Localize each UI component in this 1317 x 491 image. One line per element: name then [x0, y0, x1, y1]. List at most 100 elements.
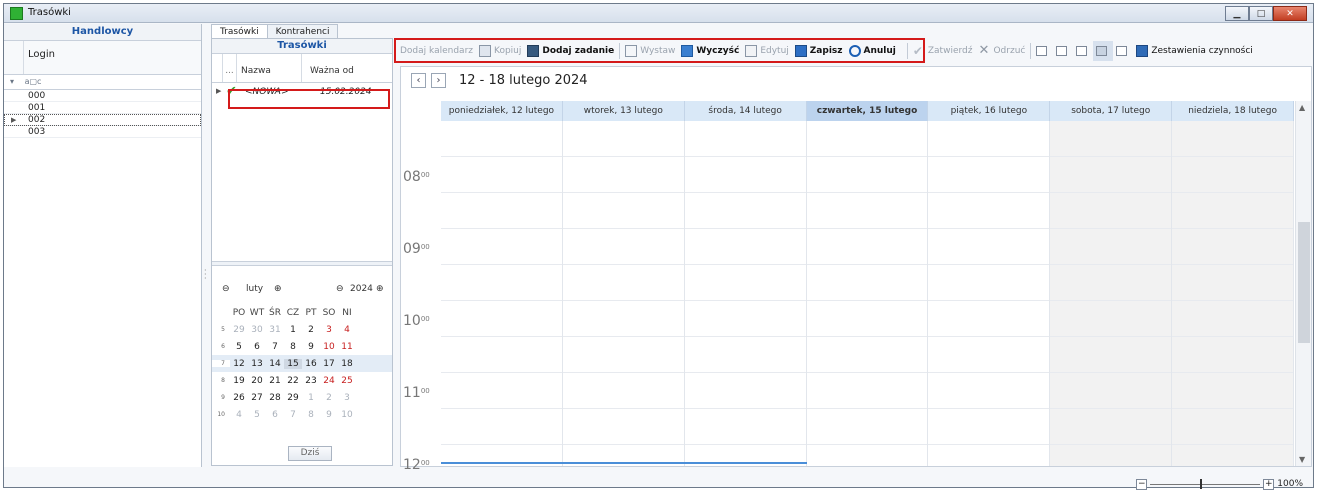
- month-view-button[interactable]: [1113, 41, 1133, 61]
- close-button[interactable]: ✕: [1273, 6, 1307, 21]
- calendar-day[interactable]: 1: [302, 393, 320, 403]
- day-header[interactable]: poniedziałek, 12 lutego: [441, 101, 563, 121]
- calendar-day[interactable]: 11: [338, 342, 356, 352]
- calendar-day[interactable]: 17: [320, 359, 338, 369]
- scroll-down-icon[interactable]: ▼: [1299, 455, 1305, 464]
- calendar-day[interactable]: 5: [230, 342, 248, 352]
- tab-trasowki[interactable]: Trasówki: [211, 24, 268, 39]
- calendar-week-row: 6 5 6 7 8 9 10 11: [212, 338, 392, 355]
- calendar-day-today[interactable]: 15: [284, 358, 302, 369]
- calendar-day[interactable]: 3: [338, 393, 356, 403]
- calendar-day[interactable]: 30: [248, 325, 266, 335]
- calendar-day[interactable]: 25: [338, 376, 356, 386]
- calendar-day[interactable]: 10: [320, 342, 338, 352]
- zoom-out-button[interactable]: −: [1136, 478, 1148, 490]
- vertical-scrollbar[interactable]: ▲ ▼: [1295, 101, 1311, 466]
- time-grid[interactable]: [441, 121, 1295, 466]
- day-column[interactable]: [684, 121, 807, 466]
- reject-button[interactable]: ✕ Odrzuć: [975, 41, 1028, 61]
- zoom-slider[interactable]: [1150, 478, 1261, 489]
- week-view-button[interactable]: [1073, 41, 1093, 61]
- calendar-day[interactable]: 9: [302, 342, 320, 352]
- table-row[interactable]: 003: [4, 126, 201, 138]
- calendar-day[interactable]: 2: [320, 393, 338, 403]
- calendar-day[interactable]: 4: [230, 410, 248, 420]
- calendar-day[interactable]: 13: [248, 359, 266, 369]
- name-column-header[interactable]: Nazwa: [237, 54, 302, 82]
- day-header[interactable]: środa, 14 lutego: [684, 101, 807, 121]
- calendar-day[interactable]: 4: [338, 325, 356, 335]
- filter-condition[interactable]: a▢c: [25, 77, 42, 86]
- workweek-view-button[interactable]: [1053, 41, 1073, 61]
- calendar-day[interactable]: 16: [302, 359, 320, 369]
- day-column-weekend[interactable]: [1172, 121, 1295, 466]
- calendar-day[interactable]: 29: [284, 393, 302, 403]
- calendar-day[interactable]: 6: [266, 410, 284, 420]
- calendar-day[interactable]: 1: [284, 325, 302, 335]
- calendar-day[interactable]: 7: [266, 342, 284, 352]
- day-view-button[interactable]: [1033, 41, 1053, 61]
- fullweek-view-button[interactable]: [1093, 41, 1114, 61]
- calendar-day[interactable]: 31: [266, 325, 284, 335]
- calendar-day[interactable]: 3: [320, 325, 338, 335]
- day-column[interactable]: [441, 121, 563, 466]
- next-year-icon[interactable]: ⊕: [376, 284, 384, 294]
- minimize-button[interactable]: ▁: [1225, 6, 1249, 21]
- valid-from-column-header[interactable]: Ważna od: [302, 54, 392, 82]
- calendar-day[interactable]: 23: [302, 376, 320, 386]
- calendar-day[interactable]: 6: [248, 342, 266, 352]
- calendar-day[interactable]: 18: [338, 359, 356, 369]
- maximize-button[interactable]: □: [1249, 6, 1273, 21]
- prev-week-button[interactable]: ‹: [411, 73, 426, 88]
- login-column-header[interactable]: Login: [4, 41, 201, 75]
- scrollbar-thumb[interactable]: [1298, 222, 1310, 343]
- calendar-day[interactable]: 27: [248, 393, 266, 403]
- calendar-day[interactable]: 26: [230, 393, 248, 403]
- day-column[interactable]: [928, 121, 1051, 466]
- calendar-day[interactable]: 2: [302, 325, 320, 335]
- day-column[interactable]: [806, 121, 929, 466]
- table-row[interactable]: 000: [4, 90, 201, 102]
- prev-month-icon[interactable]: ⊖: [222, 284, 230, 294]
- calendar-day[interactable]: 8: [284, 342, 302, 352]
- prev-year-icon[interactable]: ⊖: [336, 284, 344, 294]
- zoom-in-button[interactable]: +: [1263, 478, 1275, 490]
- day-header[interactable]: piątek, 16 lutego: [928, 101, 1051, 121]
- day-header-today[interactable]: czwartek, 15 lutego: [806, 101, 929, 121]
- calendar-day[interactable]: 29: [230, 325, 248, 335]
- reports-button[interactable]: Zestawienia czynności: [1133, 41, 1255, 61]
- day-header[interactable]: niedziela, 18 lutego: [1172, 101, 1295, 121]
- calendar-day[interactable]: 22: [284, 376, 302, 386]
- scroll-up-icon[interactable]: ▲: [1299, 103, 1305, 112]
- day-column-weekend[interactable]: [1050, 121, 1173, 466]
- day-header[interactable]: wtorek, 13 lutego: [562, 101, 685, 121]
- day-header[interactable]: sobota, 17 lutego: [1050, 101, 1173, 121]
- filter-icon[interactable]: ▾: [10, 77, 14, 86]
- column-chooser[interactable]: ...: [223, 54, 237, 82]
- panel-splitter[interactable]: · · ·: [202, 24, 210, 467]
- calendar-day[interactable]: 12: [230, 359, 248, 369]
- weekday-label: NI: [342, 307, 352, 318]
- tab-kontrahenci[interactable]: Kontrahenci: [266, 24, 339, 39]
- calendar-day[interactable]: 8: [302, 410, 320, 420]
- table-row[interactable]: 001: [4, 102, 201, 114]
- calendar-day[interactable]: 9: [320, 410, 338, 420]
- calendar-day[interactable]: 14: [266, 359, 284, 369]
- next-month-icon[interactable]: ⊕: [274, 284, 282, 294]
- calendar-day[interactable]: 20: [248, 376, 266, 386]
- reports-label: Zestawienia czynności: [1151, 46, 1253, 56]
- calendar-day[interactable]: 21: [266, 376, 284, 386]
- calendar-day[interactable]: 7: [284, 410, 302, 420]
- next-week-button[interactable]: ›: [431, 73, 446, 88]
- zoom-slider-thumb[interactable]: [1200, 478, 1203, 489]
- calendar-day[interactable]: 28: [266, 393, 284, 403]
- calendar-day[interactable]: 10: [338, 410, 356, 420]
- calendar-day[interactable]: 24: [320, 376, 338, 386]
- table-row[interactable]: ▶ 002: [4, 114, 201, 126]
- day-column[interactable]: [562, 121, 685, 466]
- calendar-day[interactable]: 19: [230, 376, 248, 386]
- filter-row[interactable]: ▾ a▢c: [4, 75, 201, 90]
- date-range: 12 - 18 lutego 2024: [459, 73, 588, 88]
- today-button[interactable]: Dziś: [288, 446, 332, 461]
- calendar-day[interactable]: 5: [248, 410, 266, 420]
